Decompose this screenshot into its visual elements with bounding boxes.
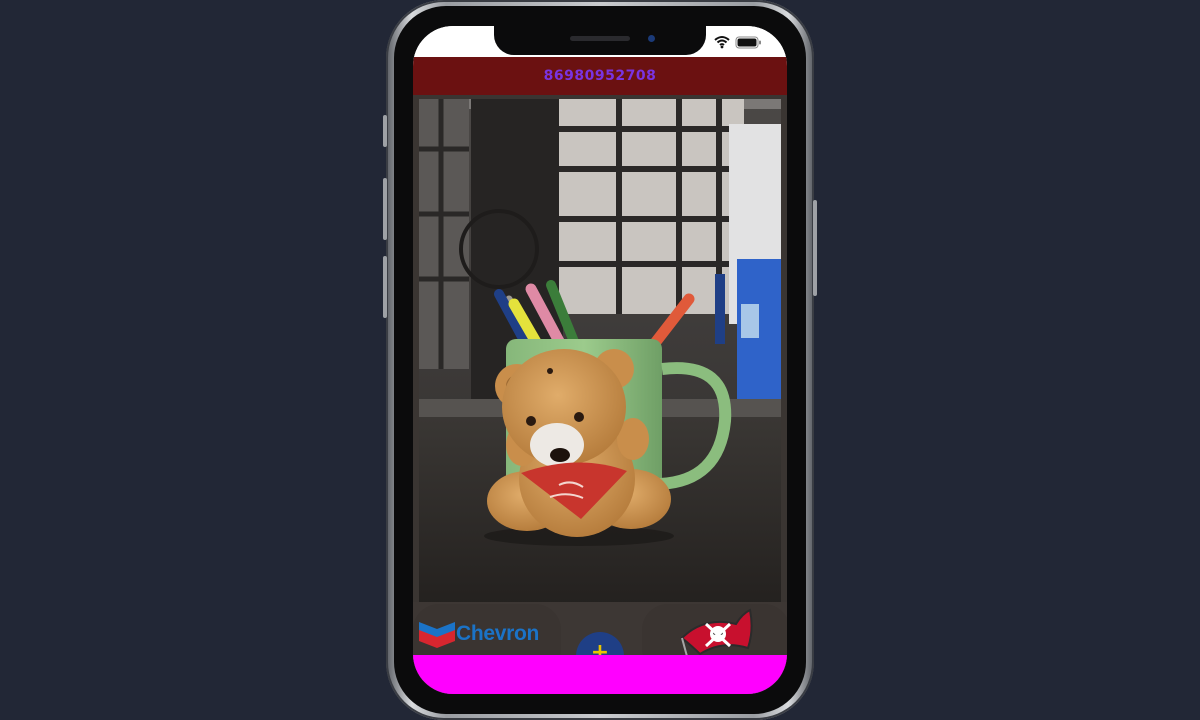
status-bar	[413, 26, 787, 57]
status-icons	[714, 36, 761, 49]
mute-switch	[383, 115, 387, 147]
phone-screen: 86980952708 Chevron +	[413, 26, 787, 694]
wifi-icon	[714, 36, 730, 49]
chevron-logo-text: Chevron	[456, 622, 540, 645]
header-bar: 86980952708	[413, 57, 787, 95]
front-camera-icon	[648, 35, 655, 42]
battery-icon	[735, 36, 761, 49]
chevron-logo: Chevron	[419, 620, 539, 648]
page-title: 86980952708	[543, 68, 657, 84]
bottom-bar	[413, 655, 787, 694]
power-button	[813, 200, 817, 296]
video-scene	[419, 99, 781, 605]
notch	[494, 26, 706, 55]
chevron-icon	[419, 622, 455, 648]
volume-up-button	[383, 178, 387, 240]
video-feed[interactable]	[419, 99, 781, 605]
buccaneers-flag-icon	[680, 608, 753, 661]
volume-down-button	[383, 256, 387, 318]
speaker-grille	[570, 36, 630, 41]
